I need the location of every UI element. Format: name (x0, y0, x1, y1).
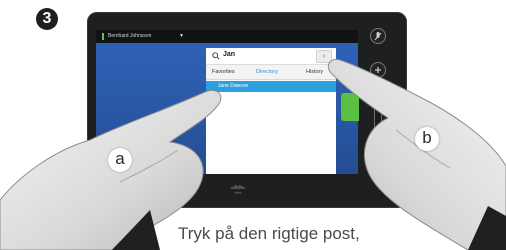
callout-a: a (108, 148, 132, 172)
callout-b: b (415, 127, 439, 151)
search-input[interactable]: Jan (223, 51, 235, 58)
user-name[interactable]: Bernhard Johnsson (108, 30, 151, 43)
microphone-icon[interactable] (370, 28, 386, 44)
tab-favorites[interactable]: Favorites (212, 65, 235, 79)
search-field[interactable]: Jan › (206, 48, 336, 65)
tab-directory[interactable]: Directory (256, 65, 278, 79)
chevron-down-icon[interactable]: ▼ (179, 30, 184, 43)
search-icon (212, 52, 220, 60)
directory-tabs: Favorites Directory History (206, 65, 336, 80)
step-number-badge: 3 (36, 8, 58, 30)
presence-indicator (102, 33, 104, 40)
instruction-caption: Tryk på den rigtige post, (178, 224, 360, 243)
status-bar: Bernhard Johnsson ▼ (96, 30, 358, 43)
right-hand-illustration (327, 58, 506, 250)
